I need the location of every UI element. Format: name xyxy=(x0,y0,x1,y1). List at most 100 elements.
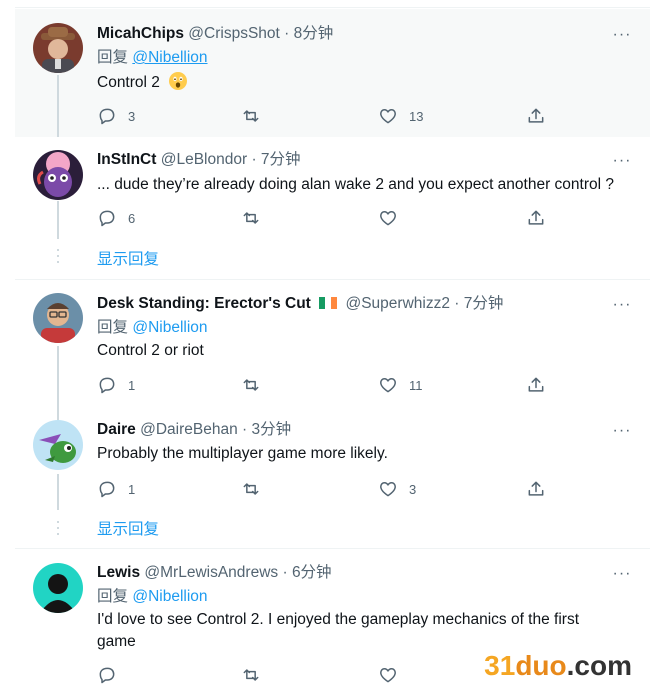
share-icon xyxy=(528,210,544,225)
replying-to: 回复 @Nibellion xyxy=(97,47,208,69)
separator-dot: · xyxy=(454,295,460,312)
avatar[interactable] xyxy=(33,23,83,73)
share-button[interactable] xyxy=(526,207,546,229)
more-icon[interactable]: ··· xyxy=(610,151,634,171)
retweet-button[interactable] xyxy=(241,374,272,396)
reply-prefix: 回复 xyxy=(97,588,129,605)
user-handle[interactable]: @DaireBehan xyxy=(140,421,238,438)
reply-button[interactable]: 3 xyxy=(97,105,135,127)
tweet-text: Control 2 xyxy=(97,71,617,94)
more-icon[interactable]: ··· xyxy=(610,421,634,441)
tweet-header: Desk Standing: Erector's Cut @Superwhizz… xyxy=(97,293,503,315)
tweet-header: Daire @DaireBehan · 3分钟 xyxy=(97,419,291,441)
heart-icon xyxy=(380,668,396,683)
tweet-card[interactable]: Desk Standing: Erector's Cut @Superwhizz… xyxy=(15,280,650,420)
irish-flag-emoji xyxy=(319,297,338,309)
reply-icon xyxy=(99,108,115,125)
thread-dots xyxy=(57,249,59,267)
tweet-header: MicahChips @CrispsShot · 8分钟 xyxy=(97,23,333,45)
mention-link[interactable]: @Nibellion xyxy=(132,319,207,336)
retweet-button[interactable] xyxy=(241,478,272,500)
reply-count: 1 xyxy=(128,481,136,497)
replying-to: 回复 @Nibellion xyxy=(97,317,208,339)
share-icon xyxy=(528,377,544,392)
separator-dot: · xyxy=(282,564,288,581)
heart-icon xyxy=(380,211,396,226)
reply-button[interactable]: 6 xyxy=(97,207,135,229)
mention-link[interactable]: @Nibellion xyxy=(132,49,207,66)
retweet-button[interactable] xyxy=(241,664,272,686)
like-button[interactable] xyxy=(378,207,409,229)
display-name[interactable]: MicahChips xyxy=(97,25,184,42)
separator-dot: · xyxy=(242,421,248,438)
action-bar: 1 3 xyxy=(97,478,567,500)
watermark: 31duo.com xyxy=(484,650,632,682)
reply-button[interactable]: 1 xyxy=(97,374,135,396)
reply-button[interactable]: 1 xyxy=(97,478,135,500)
separator-dot: · xyxy=(251,151,257,168)
like-count: 11 xyxy=(409,377,423,393)
timestamp[interactable]: 7分钟 xyxy=(261,151,301,168)
like-button[interactable]: 3 xyxy=(378,478,416,500)
avatar[interactable] xyxy=(33,150,83,200)
reply-prefix: 回复 xyxy=(97,49,129,66)
timestamp[interactable]: 7分钟 xyxy=(464,295,504,312)
thread-line xyxy=(57,474,59,510)
more-icon[interactable]: ··· xyxy=(610,564,634,584)
reply-count: 6 xyxy=(128,210,136,226)
show-replies-link[interactable]: 显示回复 xyxy=(97,249,159,271)
show-replies-link[interactable]: 显示回复 xyxy=(97,519,159,541)
watermark-part: .com xyxy=(566,650,632,681)
reply-icon xyxy=(99,377,115,394)
share-button[interactable] xyxy=(526,105,546,127)
retweet-icon xyxy=(243,669,259,681)
action-bar: 6 xyxy=(97,207,567,229)
avatar[interactable] xyxy=(33,293,83,343)
share-button[interactable] xyxy=(526,374,546,396)
display-name[interactable]: InStInCt xyxy=(97,151,156,168)
top-divider xyxy=(15,0,650,8)
tweet-text: ... dude they’re already doing alan wake… xyxy=(97,176,615,193)
user-handle[interactable]: @CrispsShot xyxy=(188,25,280,42)
avatar[interactable] xyxy=(33,420,83,470)
thread-line xyxy=(57,201,59,239)
tweet-text: Probably the multiplayer game more likel… xyxy=(97,445,388,462)
mention-link[interactable]: @Nibellion xyxy=(132,588,207,605)
tweet-text-content: Control 2 xyxy=(97,74,160,91)
action-bar: 3 13 xyxy=(97,105,567,127)
thread-line xyxy=(57,346,59,420)
timestamp[interactable]: 8分钟 xyxy=(294,25,334,42)
like-button[interactable] xyxy=(378,664,409,686)
more-icon[interactable]: ··· xyxy=(610,25,634,45)
display-name[interactable]: Lewis xyxy=(97,564,140,581)
like-button[interactable]: 11 xyxy=(378,374,423,396)
retweet-button[interactable] xyxy=(241,105,272,127)
separator-dot: · xyxy=(284,25,290,42)
tweet-header: Lewis @MrLewisAndrews · 6分钟 xyxy=(97,562,332,584)
user-handle[interactable]: @Superwhizz2 xyxy=(345,295,449,312)
timestamp[interactable]: 6分钟 xyxy=(292,564,332,581)
reply-button[interactable] xyxy=(97,664,128,686)
display-name[interactable]: Daire xyxy=(97,421,136,438)
user-handle[interactable]: @LeBlondor xyxy=(161,151,247,168)
share-button[interactable] xyxy=(526,478,546,500)
like-button[interactable]: 13 xyxy=(378,105,423,127)
tweet-header: InStInCt @LeBlondor · 7分钟 xyxy=(97,149,301,171)
reply-count: 3 xyxy=(128,108,136,124)
more-icon[interactable]: ··· xyxy=(610,295,634,315)
tweet-card[interactable]: MicahChips @CrispsShot · 8分钟 ··· 回复 @Nib… xyxy=(15,9,650,137)
user-handle[interactable]: @MrLewisAndrews xyxy=(144,564,278,581)
heart-icon xyxy=(380,378,396,393)
like-count: 13 xyxy=(409,108,424,124)
heart-icon xyxy=(380,482,396,497)
display-name[interactable]: Desk Standing: Erector's Cut xyxy=(97,295,311,312)
like-count: 3 xyxy=(409,481,417,497)
avatar[interactable] xyxy=(33,563,83,613)
tweet-card[interactable]: InStInCt @LeBlondor · 7分钟 ··· ... dude t… xyxy=(15,137,650,279)
reply-prefix: 回复 xyxy=(97,319,129,336)
retweet-button[interactable] xyxy=(241,207,272,229)
timestamp[interactable]: 3分钟 xyxy=(252,421,292,438)
reply-icon xyxy=(99,667,115,684)
watermark-part: duo xyxy=(515,650,567,681)
tweet-card[interactable]: Daire @DaireBehan · 3分钟 ··· Probably the… xyxy=(15,410,650,548)
